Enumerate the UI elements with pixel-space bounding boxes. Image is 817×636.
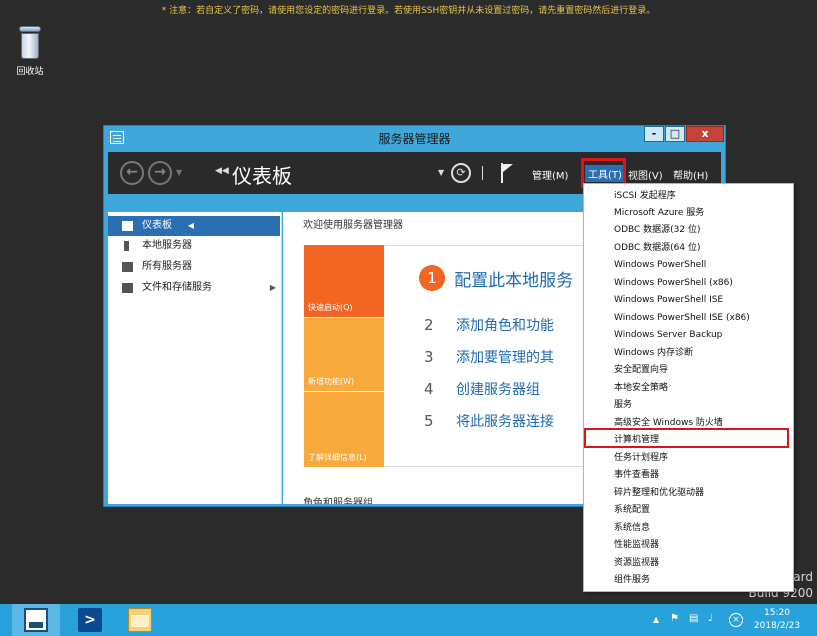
menu-item-task-scheduler[interactable]: 任务计划程序 xyxy=(614,450,668,467)
sidebar-item-file-storage[interactable]: 文件和存储服务 ▶ xyxy=(108,278,280,298)
menu-item-memory-diagnostic[interactable]: Windows 内存诊断 xyxy=(614,345,693,362)
powershell-icon: > xyxy=(78,608,102,632)
menu-item-powershell-ise[interactable]: Windows PowerShell ISE xyxy=(614,292,723,309)
window-title: 服务器管理器 xyxy=(378,132,451,146)
back-arrow-icon[interactable]: ← xyxy=(120,161,144,185)
menu-manage[interactable]: 管理(M) xyxy=(532,167,568,182)
menu-item-security-wizard[interactable]: 安全配置向导 xyxy=(614,362,668,379)
clock-date: 2018/2/23 xyxy=(753,621,801,631)
expand-chevron-icon[interactable]: ▶ xyxy=(270,278,276,298)
refresh-icon[interactable]: ⟳ xyxy=(451,163,471,183)
server-manager-icon xyxy=(24,608,48,632)
notifications-flag-icon[interactable] xyxy=(501,163,513,183)
menu-item-powershell-x86[interactable]: Windows PowerShell (x86) xyxy=(614,275,733,292)
step-link[interactable]: 配置此本地服务 xyxy=(454,266,573,291)
history-dropdown-icon[interactable]: ▼ xyxy=(176,168,182,177)
show-hidden-icons-chevron-icon[interactable]: ▲ xyxy=(653,615,659,624)
minimize-button[interactable]: - xyxy=(644,126,664,142)
step-create-group[interactable]: 4 创建服务器组 xyxy=(424,379,540,399)
roles-heading: 角色和服务器组 xyxy=(303,498,373,504)
toolbar-separator xyxy=(482,166,483,180)
recycle-bin-label: 回收站 xyxy=(16,67,44,77)
menu-item-performance-monitor[interactable]: 性能监视器 xyxy=(614,537,659,554)
breadcrumb-dropdown-icon[interactable]: ▼ xyxy=(438,168,444,177)
sidebar-item-local-server[interactable]: 本地服务器 xyxy=(108,236,280,256)
tile-quick-start[interactable]: 快速启动(Q) xyxy=(304,245,384,317)
maximize-button[interactable]: □ xyxy=(665,126,685,142)
step-add-servers[interactable]: 3 添加要管理的其 xyxy=(424,347,554,367)
sidebar: 仪表板 ◀ 本地服务器 所有服务器 文件和存储服务 ▶ xyxy=(108,212,282,504)
taskbar: > ▲ ⚑ ▤ ♩ × 15:20 2018/2/23 xyxy=(0,604,817,636)
storage-icon xyxy=(122,283,133,293)
network-icon[interactable]: ▤ xyxy=(689,613,698,624)
system-clock[interactable]: 15:20 2018/2/23 xyxy=(742,607,812,633)
menu-item-odbc32[interactable]: ODBC 数据源(32 位) xyxy=(614,222,701,239)
step-number: 1 xyxy=(419,265,445,291)
tools-dropdown-menu: iSCSI 发起程序 Microsoft Azure 服务 ODBC 数据源(3… xyxy=(583,183,794,592)
sidebar-item-all-servers[interactable]: 所有服务器 xyxy=(108,257,280,277)
menu-item-powershell[interactable]: Windows PowerShell xyxy=(614,257,706,274)
password-notice: * 注意：若自定义了密码，请使用您设定的密码进行登录。若使用SSH密钥并从未设置… xyxy=(161,6,656,16)
dashboard-icon xyxy=(122,221,133,231)
forward-arrow-icon[interactable]: → xyxy=(148,161,172,185)
menu-item-system-config[interactable]: 系统配置 xyxy=(614,502,650,519)
status-icon[interactable]: × xyxy=(729,613,743,627)
close-button[interactable]: x xyxy=(686,126,724,142)
computer-management-highlight xyxy=(584,428,789,448)
menu-item-local-security-policy[interactable]: 本地安全策略 xyxy=(614,380,668,397)
title-bar[interactable]: 服务器管理器 - □ x xyxy=(104,126,725,152)
menu-item-component-services[interactable]: 组件服务 xyxy=(614,572,650,589)
menu-item-defrag[interactable]: 碎片整理和优化驱动器 xyxy=(614,485,704,502)
menu-item-odbc64[interactable]: ODBC 数据源(64 位) xyxy=(614,240,701,257)
taskbar-powershell[interactable]: > xyxy=(66,604,114,636)
menu-item-system-info[interactable]: 系统信息 xyxy=(614,520,650,537)
taskbar-explorer[interactable] xyxy=(116,604,164,636)
servers-icon xyxy=(122,262,133,272)
menu-item-iscsi[interactable]: iSCSI 发起程序 xyxy=(614,188,676,205)
breadcrumb[interactable]: 仪表板 xyxy=(232,160,292,189)
recycle-bin[interactable]: 回收站 xyxy=(12,26,48,77)
welcome-tiles: 快速启动(Q) 新增功能(W) 了解详细信息(L) xyxy=(304,245,384,467)
recycle-bin-icon xyxy=(17,26,43,60)
volume-icon[interactable]: ♩ xyxy=(708,613,713,624)
taskbar-server-manager[interactable] xyxy=(12,604,60,636)
menu-item-powershell-ise-x86[interactable]: Windows PowerShell ISE (x86) xyxy=(614,310,750,327)
menu-view[interactable]: 视图(V) xyxy=(628,167,663,182)
folder-icon xyxy=(128,608,152,632)
action-center-icon[interactable]: ⚑ xyxy=(670,613,679,624)
sidebar-item-dashboard[interactable]: 仪表板 ◀ xyxy=(108,216,280,236)
menu-item-azure[interactable]: Microsoft Azure 服务 xyxy=(614,205,704,222)
breadcrumb-arrow-icon: ◀◀ xyxy=(215,166,229,176)
step-add-roles[interactable]: 2 添加角色和功能 xyxy=(424,315,554,335)
menu-item-services[interactable]: 服务 xyxy=(614,397,632,414)
step-configure-local-server[interactable]: 1 配置此本地服务 xyxy=(419,265,573,291)
menu-item-event-viewer[interactable]: 事件查看器 xyxy=(614,467,659,484)
step-connect-server[interactable]: 5 将此服务器连接 xyxy=(424,411,554,431)
clock-time: 15:20 xyxy=(764,608,790,618)
menu-item-resource-monitor[interactable]: 资源监视器 xyxy=(614,555,659,572)
server-icon xyxy=(124,241,129,251)
menu-help[interactable]: 帮助(H) xyxy=(673,167,708,182)
welcome-heading: 欢迎使用服务器管理器 xyxy=(303,220,403,231)
menu-item-server-backup[interactable]: Windows Server Backup xyxy=(614,327,722,344)
tile-learn-more[interactable]: 了解详细信息(L) xyxy=(304,392,384,467)
tile-whats-new[interactable]: 新增功能(W) xyxy=(304,318,384,391)
